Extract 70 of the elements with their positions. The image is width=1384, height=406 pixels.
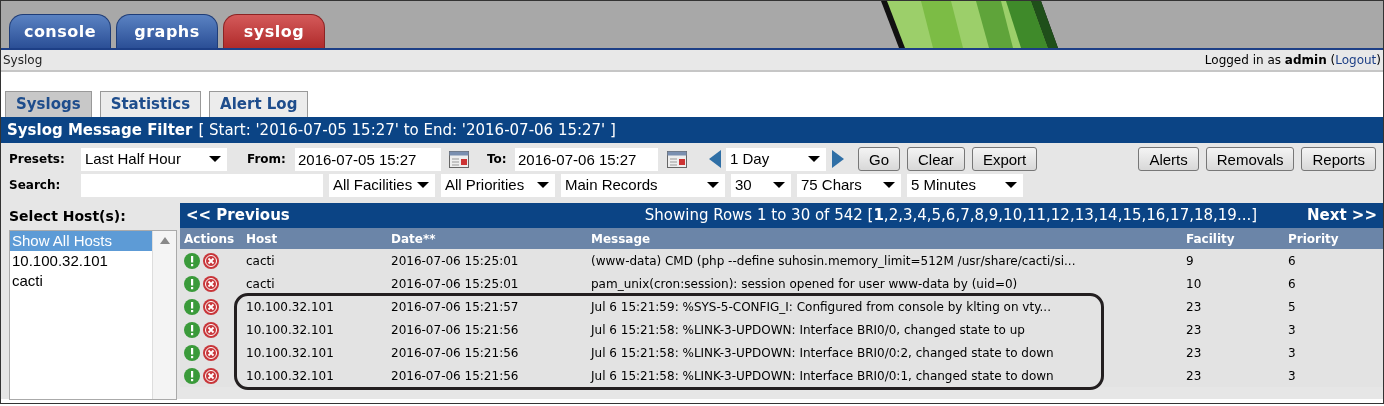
field-label: To: bbox=[487, 151, 508, 168]
date-field[interactable]: 2016-07-05 15:27 bbox=[295, 147, 441, 171]
host-listbox[interactable]: Show All Hosts 10.100.32.101 cacti bbox=[9, 230, 177, 400]
dropdown[interactable]: 5 Minutes bbox=[907, 173, 1023, 197]
field-label: Search: bbox=[9, 177, 62, 194]
delete-icon[interactable] bbox=[203, 299, 219, 315]
date-field[interactable]: 2016-07-06 15:27 bbox=[515, 147, 658, 171]
dropdown[interactable]: 1 Day bbox=[726, 147, 826, 171]
column-header: Message bbox=[587, 228, 1182, 249]
alert-icon[interactable] bbox=[184, 253, 200, 269]
button[interactable]: Removals bbox=[1205, 147, 1295, 171]
sub-tab[interactable]: Syslogs bbox=[5, 91, 92, 117]
logout-link[interactable]: Logout bbox=[1335, 53, 1377, 67]
delete-icon[interactable] bbox=[203, 276, 219, 292]
right-arrow-icon[interactable] bbox=[832, 150, 844, 168]
caret-icon bbox=[1005, 182, 1017, 188]
caret-icon bbox=[537, 182, 549, 188]
sub-tab[interactable]: Alert Log bbox=[209, 91, 309, 117]
breadcrumb: Syslog bbox=[3, 52, 43, 69]
column-header: Facility bbox=[1182, 228, 1284, 249]
filter-range: [ Start: '2016-07-05 15:27' to End: '2016-07-06 15:27' ] bbox=[198, 119, 616, 141]
pager-summary: Showing Rows 1 to 30 of 542 [1,2,3,4,5,6,7,8,9,10,11,12,13,14,15,16,17,18,19...] bbox=[644, 205, 1258, 227]
next-link[interactable]: Next >> bbox=[1307, 204, 1377, 227]
column-header: Host bbox=[242, 228, 387, 249]
alert-icon[interactable] bbox=[184, 276, 200, 292]
alert-icon[interactable] bbox=[184, 368, 200, 384]
button[interactable]: Alerts bbox=[1138, 147, 1199, 171]
dropdown[interactable]: Main Records bbox=[561, 173, 725, 197]
button[interactable]: Export bbox=[971, 147, 1038, 171]
delete-icon[interactable] bbox=[203, 368, 219, 384]
panel-title: Select Host(s): bbox=[9, 207, 127, 226]
button[interactable]: Clear bbox=[907, 147, 965, 171]
list-item[interactable]: 10.100.32.101 bbox=[10, 251, 152, 271]
nav-tab[interactable]: graphs bbox=[116, 14, 218, 48]
caret-icon bbox=[417, 182, 429, 188]
nav-tab[interactable]: console bbox=[9, 14, 111, 48]
caret-icon bbox=[209, 156, 221, 162]
alert-icon[interactable] bbox=[184, 322, 200, 338]
alert-icon[interactable] bbox=[184, 345, 200, 361]
delete-icon[interactable] bbox=[203, 253, 219, 269]
column-header: Actions bbox=[180, 228, 242, 249]
column-header: Priority bbox=[1284, 228, 1383, 249]
dropdown[interactable]: All Priorities bbox=[441, 173, 555, 197]
dropdown[interactable]: 30 bbox=[731, 173, 791, 197]
dropdown[interactable]: Last Half Hour bbox=[81, 147, 227, 171]
delete-icon[interactable] bbox=[203, 322, 219, 338]
caret-icon bbox=[773, 182, 785, 188]
list-item[interactable]: cacti bbox=[10, 271, 152, 291]
alert-icon[interactable] bbox=[184, 299, 200, 315]
field-label: From: bbox=[247, 151, 287, 168]
sub-tab[interactable]: Statistics bbox=[99, 91, 202, 117]
delete-icon[interactable] bbox=[203, 345, 219, 361]
caret-icon bbox=[707, 182, 719, 188]
scroll-up-icon[interactable] bbox=[159, 237, 170, 244]
calendar-icon[interactable] bbox=[449, 150, 469, 168]
filter-title: Syslog Message Filter bbox=[7, 119, 193, 141]
field-label: Presets: bbox=[9, 151, 66, 168]
nav-tab[interactable]: syslog bbox=[223, 14, 325, 48]
left-arrow-icon[interactable] bbox=[709, 150, 721, 168]
previous-link[interactable]: << Previous bbox=[186, 204, 290, 227]
login-status: Logged in as admin (Logout) bbox=[1204, 52, 1381, 69]
calendar-icon[interactable] bbox=[667, 150, 687, 168]
button[interactable]: Reports bbox=[1301, 147, 1376, 171]
column-header: Date** bbox=[387, 228, 587, 249]
button[interactable]: Go bbox=[858, 147, 900, 171]
search-field[interactable] bbox=[81, 173, 323, 197]
caret-icon bbox=[883, 182, 895, 188]
dropdown[interactable]: All Facilities bbox=[329, 173, 435, 197]
dropdown[interactable]: 75 Chars bbox=[797, 173, 901, 197]
caret-icon bbox=[808, 156, 820, 162]
